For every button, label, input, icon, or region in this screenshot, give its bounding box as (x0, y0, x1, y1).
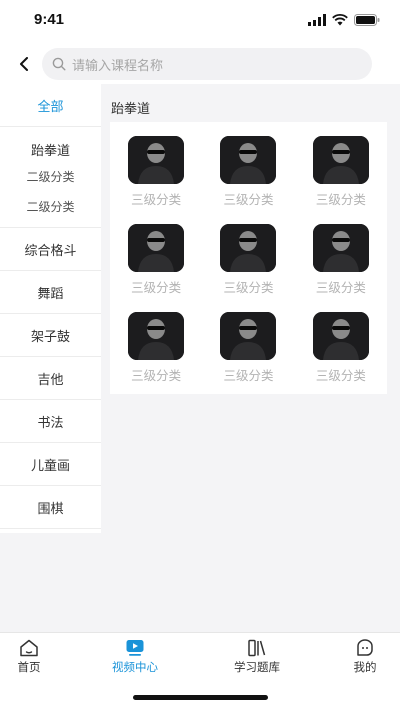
grid-item[interactable]: 三级分类 (202, 312, 294, 400)
grid-item[interactable]: 三级分类 (295, 312, 387, 400)
signal-icon (308, 14, 326, 26)
search-icon (52, 57, 66, 71)
chevron-left-icon (20, 57, 28, 71)
sidebar-group-taekwondo: 跆拳道 二级分类 二级分类 (0, 127, 101, 228)
section-title: 跆拳道 (111, 102, 151, 117)
tab-label: 我的 (353, 660, 377, 674)
tab-question-bank[interactable]: 学习题库 (217, 639, 297, 675)
grid-item-label: 三级分类 (315, 192, 366, 207)
sidebar-item-dance[interactable]: 舞蹈 (0, 271, 101, 314)
body-area: 全部 跆拳道 二级分类 二级分类 综合格斗 舞蹈 架子鼓 吉他 书法 儿童画 围… (0, 84, 400, 632)
bottom-tab-bar: 首页 视频中心 学习题库 我的 (0, 632, 400, 711)
tab-label: 首页 (17, 660, 41, 674)
grid-item-label: 三级分类 (223, 280, 274, 295)
grid-item[interactable]: 三级分类 (202, 136, 294, 224)
category-sidebar: 全部 跆拳道 二级分类 二级分类 综合格斗 舞蹈 架子鼓 吉他 书法 儿童画 围… (0, 84, 101, 533)
status-time: 9:41 (34, 11, 65, 28)
grid-item[interactable]: 三级分类 (110, 136, 202, 224)
grid-item-label: 三级分类 (131, 280, 182, 295)
status-bar: 9:41 (0, 0, 400, 40)
search-placeholder: 请输入课程名称 (72, 58, 164, 74)
sidebar-item-drums[interactable]: 架子鼓 (0, 314, 101, 357)
status-icons (308, 14, 380, 26)
grid-item[interactable]: 三级分类 (295, 224, 387, 312)
home-indicator (133, 695, 268, 700)
grid-item-label: 三级分类 (131, 192, 182, 207)
tab-profile[interactable]: 我的 (325, 639, 400, 675)
grid-item-label: 三级分类 (315, 280, 366, 295)
wifi-icon (332, 14, 348, 26)
sidebar-subitem[interactable]: 二级分类 (0, 161, 101, 191)
category-thumbnail (128, 224, 185, 272)
grid-item[interactable]: 三级分类 (110, 224, 202, 312)
profile-icon (357, 639, 373, 656)
tab-video-center[interactable]: 视频中心 (95, 639, 175, 675)
video-icon (126, 640, 144, 656)
sidebar-item-kids-drawing[interactable]: 儿童画 (0, 443, 101, 486)
battery-icon (354, 14, 380, 26)
tab-home[interactable]: 首页 (0, 639, 69, 675)
home-icon (20, 639, 38, 657)
sidebar-item-calligraphy[interactable]: 书法 (0, 400, 101, 443)
category-thumbnail (220, 312, 277, 360)
category-thumbnail (220, 224, 277, 272)
sidebar-subitem[interactable]: 二级分类 (0, 191, 101, 221)
tab-label: 视频中心 (112, 660, 158, 674)
grid-item[interactable]: 三级分类 (202, 224, 294, 312)
sidebar-item-go[interactable]: 围棋 (0, 486, 101, 529)
category-thumbnail (312, 136, 369, 184)
grid-item[interactable]: 三级分类 (110, 312, 202, 400)
category-thumbnail (128, 312, 185, 360)
sidebar-item-mma[interactable]: 综合格斗 (0, 228, 101, 271)
search-row: 请输入课程名称 (0, 44, 400, 84)
sidebar-item-guitar[interactable]: 吉他 (0, 357, 101, 400)
category-grid: 三级分类 三级分类 三级分类 三级分类 三级分类 三级分类 三级分类 三级分类 (110, 122, 387, 394)
category-thumbnail (220, 136, 277, 184)
grid-item-label: 三级分类 (315, 368, 366, 383)
sidebar-item-all[interactable]: 全部 (0, 84, 101, 127)
category-thumbnail (128, 136, 185, 184)
sidebar-item-taekwondo[interactable]: 跆拳道 (0, 137, 101, 161)
back-button[interactable] (12, 52, 36, 76)
search-input[interactable]: 请输入课程名称 (42, 48, 372, 80)
tab-label: 学习题库 (234, 660, 280, 674)
category-thumbnail (312, 224, 369, 272)
grid-item-label: 三级分类 (223, 368, 274, 383)
grid-item[interactable]: 三级分类 (295, 136, 387, 224)
grid-item-label: 三级分类 (131, 368, 182, 383)
category-thumbnail (312, 312, 369, 360)
grid-item-label: 三级分类 (223, 192, 274, 207)
books-icon (248, 639, 266, 657)
